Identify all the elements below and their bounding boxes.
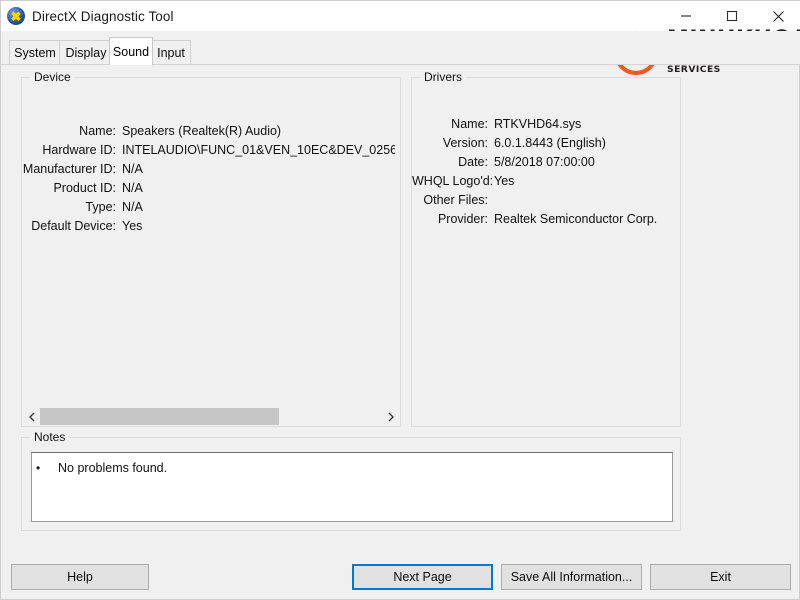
driver-row-provider: Provider: Realtek Semiconductor Corp. [412,210,682,229]
device-horizontal-scrollbar[interactable] [23,408,399,425]
directx-ball-icon: ✖ [7,7,25,25]
notes-item: • No problems found. [32,460,672,476]
tab-sound[interactable]: Sound [109,37,153,65]
driver-provider-value: Realtek Semiconductor Corp. [494,212,658,226]
driver-row-name: Name: RTKVHD64.sys [412,115,682,134]
save-all-information-button[interactable]: Save All Information... [501,564,642,590]
bullet-icon: • [36,461,41,475]
driver-name-value: RTKVHD64.sys [494,117,582,131]
tab-strip: System Display Sound Input [1,31,800,65]
exit-button-label: Exit [710,570,731,584]
drivers-group-legend: Drivers [420,70,466,84]
driver-whql-label: WHQL Logo'd: [412,174,494,188]
window-title: DirectX Diagnostic Tool [32,8,174,24]
chevron-right-icon[interactable] [382,408,399,425]
device-row-type: Type: N/A [22,198,402,217]
directx-diagnostic-window: ✖ DirectX Diagnostic Tool MINH [0,0,800,600]
notes-group-legend: Notes [30,430,70,444]
notes-text: No problems found. [58,461,168,475]
driver-date-label: Date: [458,155,488,169]
driver-name-label: Name: [451,117,488,131]
help-button-label: Help [67,570,93,584]
tab-input-label: Input [157,45,185,60]
notes-textarea[interactable]: • No problems found. [31,452,673,522]
driver-date-value: 5/8/2018 07:00:00 [494,155,595,169]
tab-system[interactable]: System [9,40,61,64]
scrollbar-thumb[interactable] [40,408,280,425]
drivers-group: Drivers Name: RTKVHD64.sys Version: 6.0.… [411,70,682,427]
device-group-legend: Device [30,70,75,84]
device-row-name: Name: Speakers (Realtek(R) Audio) [22,122,402,141]
help-button[interactable]: Help [11,564,149,590]
device-row-hardware-id: Hardware ID: INTELAUDIO\FUNC_01&VEN_10EC… [22,141,402,160]
driver-provider-label: Provider: [437,212,488,226]
tab-display-label: Display [65,45,107,60]
device-manufacturer-id-value: N/A [122,162,143,176]
driver-row-other-files: Other Files: [412,191,682,210]
chevron-left-icon[interactable] [23,408,40,425]
device-default-device-value: Yes [122,219,143,233]
tab-system-label: System [14,45,56,60]
tab-sound-label: Sound [112,44,150,59]
next-page-button[interactable]: Next Page [352,564,493,590]
next-page-button-label: Next Page [393,570,452,584]
driver-version-value: 6.0.1.8443 (English) [494,136,606,150]
driver-whql-value: Yes [494,174,515,188]
device-name-value: Speakers (Realtek(R) Audio) [122,124,282,138]
device-field-list: Name: Speakers (Realtek(R) Audio) Hardwa… [22,122,402,236]
driver-other-files-label: Other Files: [423,193,488,207]
device-product-id-label: Product ID: [53,181,116,195]
tab-input[interactable]: Input [151,40,191,64]
device-default-device-label: Default Device: [31,219,116,233]
device-row-default-device: Default Device: Yes [22,217,402,236]
device-row-manufacturer-id: Manufacturer ID: N/A [22,160,402,179]
driver-row-version: Version: 6.0.1.8443 (English) [412,134,682,153]
device-hardware-id-value: INTELAUDIO\FUNC_01&VEN_10EC&DEV_0256&SUB… [122,143,395,157]
save-all-information-button-label: Save All Information... [510,570,633,584]
device-product-id-value: N/A [122,181,143,195]
device-manufacturer-id-label: Manufacturer ID: [22,162,116,176]
exit-button[interactable]: Exit [650,564,791,590]
device-type-label: Type: [85,200,116,214]
driver-version-label: Version: [442,136,488,150]
driver-row-whql: WHQL Logo'd: Yes [412,172,682,191]
notes-group: Notes • No problems found. [21,430,681,531]
device-hardware-id-label: Hardware ID: [42,143,116,157]
drivers-field-list: Name: RTKVHD64.sys Version: 6.0.1.8443 (… [412,115,682,229]
tab-display[interactable]: Display [59,40,113,64]
driver-row-date: Date: 5/8/2018 07:00:00 [412,153,682,172]
device-type-value: N/A [122,200,143,214]
device-name-label: Name: [79,124,116,138]
device-row-product-id: Product ID: N/A [22,179,402,198]
device-group: Device Name: Speakers (Realtek(R) Audio)… [21,70,402,427]
scrollbar-track[interactable] [40,408,382,425]
